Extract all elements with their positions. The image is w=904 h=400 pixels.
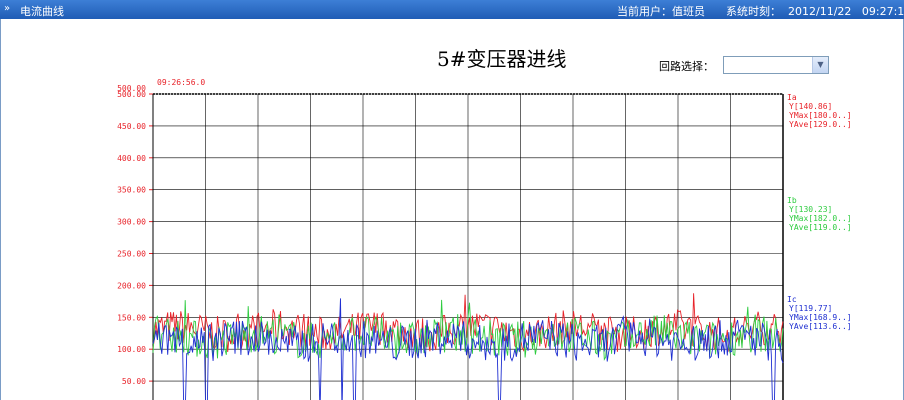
legend-series-name: Ia [787,93,797,102]
legend-readout: YMax[180.0..] [789,111,852,120]
legend-series-name: Ib [787,196,797,205]
legend-readout: YMax[168.9..] [789,313,852,322]
legend-readout: Y[119.77] [789,304,832,313]
start-time-label: 09:26:56.0 [157,78,205,87]
legend-series-name: Ic [787,295,797,304]
y-tick-label: 350.00 [117,186,146,195]
legend-readout: YAve[119.0..] [789,223,852,232]
y-tick-label: 200.00 [117,281,146,290]
y-tick-label: 300.00 [117,218,146,227]
legend-readout: Y[140.86] [789,102,832,111]
y-tick-label: 100.00 [117,345,146,354]
y-tick-label: 450.00 [117,122,146,131]
y-tick-label: 150.00 [117,313,146,322]
legend-readout: YMax[182.0..] [789,214,852,223]
legend-readout: Y[130.23] [789,205,832,214]
y-top-label: 500.00 [117,84,146,93]
current-curve-chart: 500.00 450.00 400.00 350.00 300.00 250.00 200.… [117,78,852,400]
legend-readout: YAve[129.0..] [789,120,852,129]
y-tick-label: 250.00 [117,250,146,259]
y-tick-label: 400.00 [117,154,146,163]
legend-readout: YAve[113.6..] [789,322,852,331]
y-tick-label: 50.00 [122,377,146,386]
